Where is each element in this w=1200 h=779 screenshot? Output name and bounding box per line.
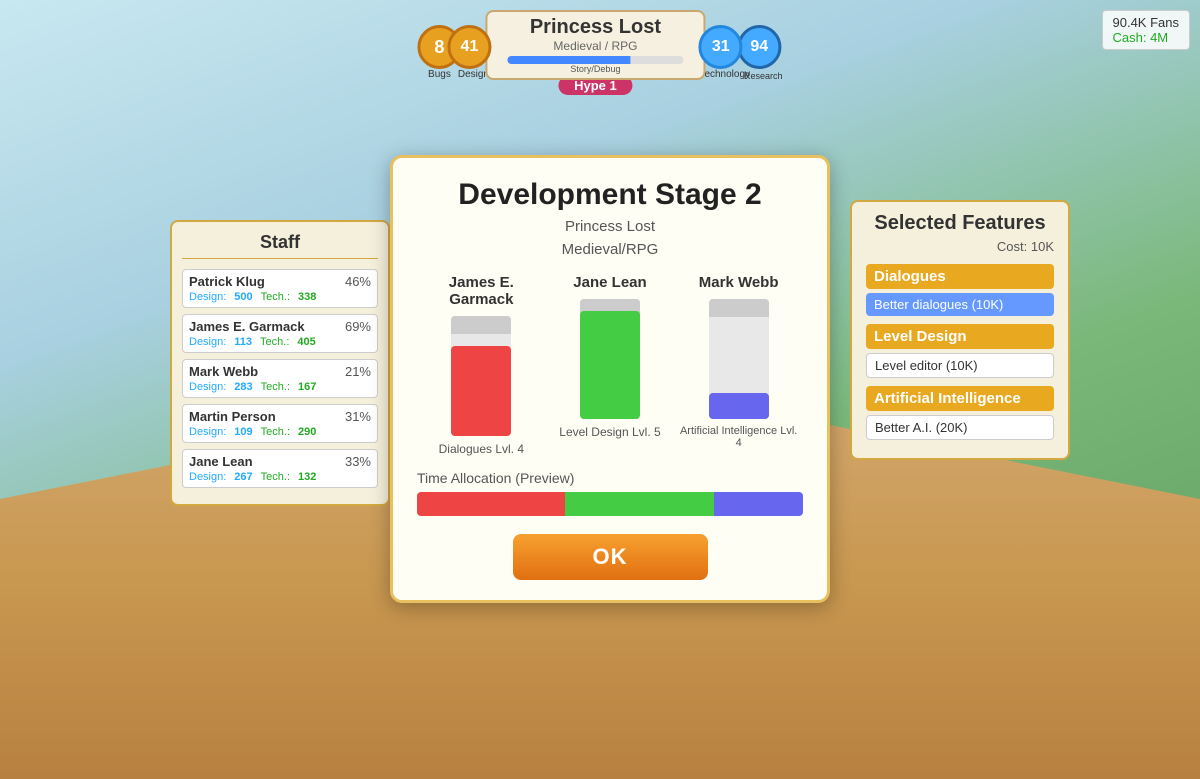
dev-worker-name-0: James E. Garmack <box>421 274 541 308</box>
features-cost: Cost: 10K <box>866 239 1054 254</box>
design-badge: 41 <box>447 25 491 69</box>
staff-design-label-3: Design: <box>189 426 226 438</box>
staff-design-val-0: 500 <box>234 291 252 303</box>
dev-worker-bar-bg-0 <box>451 316 511 436</box>
bugs-label: Bugs <box>428 69 451 80</box>
staff-design-val-1: 113 <box>234 336 252 348</box>
feature-category-2: Artificial Intelligence <box>866 386 1054 411</box>
staff-item-patrick[interactable]: Patrick Klug 46% Design: 500 Tech.: 338 <box>182 269 378 308</box>
staff-pct-0: 46% <box>345 274 371 289</box>
dev-modal-title: Development Stage 2 <box>417 178 803 212</box>
feature-item-2[interactable]: Better A.I. (20K) <box>866 415 1054 440</box>
staff-tech-val-4: 132 <box>298 471 316 483</box>
hud-center-panel: Princess Lost Medieval / RPG Story/Debug <box>485 10 705 80</box>
ok-button[interactable]: OK <box>513 534 708 580</box>
dev-worker-name-2: Mark Webb <box>679 274 799 291</box>
dev-worker-jane: Jane Lean Level Design Lvl. 5 <box>550 274 670 456</box>
staff-design-val-3: 109 <box>234 426 252 438</box>
time-alloc-blue <box>714 492 803 516</box>
dev-worker-name-1: Jane Lean <box>550 274 670 291</box>
staff-design-label-2: Design: <box>189 381 226 393</box>
hud-game-genre: Medieval / RPG <box>507 39 683 53</box>
feature-category-0: Dialogues <box>866 264 1054 289</box>
cash-stat: Cash: 4M <box>1113 30 1180 45</box>
staff-item-mark[interactable]: Mark Webb 21% Design: 283 Tech.: 167 <box>182 359 378 398</box>
staff-tech-label-0: Tech.: <box>261 291 290 303</box>
tech-label: Technology <box>699 69 750 80</box>
staff-tech-val-2: 167 <box>298 381 316 393</box>
staff-name-0: Patrick Klug <box>189 274 265 289</box>
time-alloc-section: Time Allocation (Preview) <box>417 470 803 516</box>
staff-tech-label-1: Tech.: <box>260 336 289 348</box>
staff-tech-val-1: 405 <box>297 336 315 348</box>
staff-name-2: Mark Webb <box>189 364 258 379</box>
staff-tech-label-4: Tech.: <box>261 471 290 483</box>
staff-pct-4: 33% <box>345 454 371 469</box>
features-panel: Selected Features Cost: 10K Dialogues Be… <box>850 200 1070 460</box>
staff-pct-1: 69% <box>345 319 371 334</box>
staff-design-val-4: 267 <box>234 471 252 483</box>
staff-panel: Staff Patrick Klug 46% Design: 500 Tech.… <box>170 220 390 506</box>
staff-pct-3: 31% <box>345 409 371 424</box>
feature-item-highlighted-0[interactable]: Better dialogues (10K) <box>866 293 1054 316</box>
time-alloc-red <box>417 492 565 516</box>
staff-item-martin[interactable]: Martin Person 31% Design: 109 Tech.: 290 <box>182 404 378 443</box>
research-badge: 94 <box>737 25 781 69</box>
dev-worker-bar-bg-2 <box>709 299 769 419</box>
staff-item-jane[interactable]: Jane Lean 33% Design: 267 Tech.: 132 <box>182 449 378 488</box>
staff-name-3: Martin Person <box>189 409 276 424</box>
dev-worker-skill-1: Level Design Lvl. 5 <box>550 425 670 439</box>
dev-worker-mark: Mark Webb Artificial Intelligence Lvl. 4 <box>679 274 799 456</box>
story-label: Story/Debug <box>507 64 683 74</box>
staff-name-1: James E. Garmack <box>189 319 305 334</box>
dev-modal-subtitle1: Princess Lost <box>417 218 803 235</box>
features-title: Selected Features <box>866 212 1054 235</box>
dev-worker-skill-2: Artificial Intelligence Lvl. 4 <box>679 425 799 449</box>
dev-worker-bar-fill-0 <box>451 346 511 436</box>
time-alloc-bar <box>417 492 803 516</box>
hud-game-title: Princess Lost <box>507 16 683 39</box>
staff-tech-val-3: 290 <box>298 426 316 438</box>
staff-design-val-2: 283 <box>234 381 252 393</box>
feature-category-1: Level Design <box>866 324 1054 349</box>
top-hud: 8 Bugs 41 Design Princess Lost Medieval … <box>417 10 782 95</box>
dev-worker-bar-fill-1 <box>580 311 640 419</box>
tech-badge: 31 <box>699 25 743 69</box>
time-alloc-label: Time Allocation (Preview) <box>417 470 803 486</box>
staff-tech-label-3: Tech.: <box>261 426 290 438</box>
staff-design-label-0: Design: <box>189 291 226 303</box>
fans-stat: 90.4K Fans <box>1113 15 1180 30</box>
staff-design-label-4: Design: <box>189 471 226 483</box>
staff-item-james[interactable]: James E. Garmack 69% Design: 113 Tech.: … <box>182 314 378 353</box>
staff-tech-label-2: Tech.: <box>261 381 290 393</box>
top-right-stats: 90.4K Fans Cash: 4M <box>1102 10 1191 50</box>
design-label: Design <box>458 69 489 80</box>
feature-item-1[interactable]: Level editor (10K) <box>866 353 1054 378</box>
dev-worker-skill-0: Dialogues Lvl. 4 <box>421 442 541 456</box>
staff-name-4: Jane Lean <box>189 454 253 469</box>
dev-worker-james: James E. Garmack Dialogues Lvl. 4 <box>421 274 541 456</box>
staff-design-label-1: Design: <box>189 336 226 348</box>
staff-tech-val-0: 338 <box>298 291 316 303</box>
staff-title: Staff <box>182 232 378 259</box>
dev-modal-subtitle2: Medieval/RPG <box>417 241 803 258</box>
dev-modal: Development Stage 2 Princess Lost Mediev… <box>390 155 830 603</box>
time-alloc-green <box>565 492 713 516</box>
dev-worker-bar-bg-1 <box>580 299 640 419</box>
research-label: Research <box>744 71 783 81</box>
staff-pct-2: 21% <box>345 364 371 379</box>
dev-workers-container: James E. Garmack Dialogues Lvl. 4 Jane L… <box>417 274 803 456</box>
dev-worker-bar-fill-2 <box>709 393 769 419</box>
